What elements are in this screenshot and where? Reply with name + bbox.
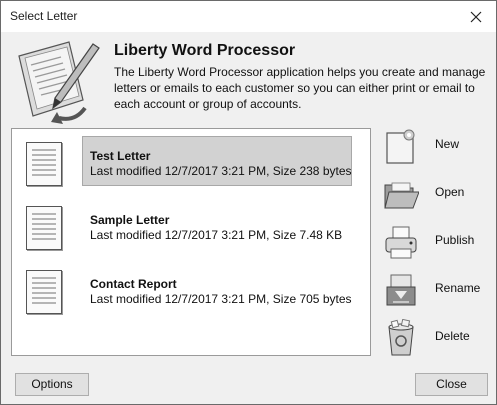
document-icon [26, 206, 62, 250]
letter-meta: Last modified 12/7/2017 3:21 PM, Size 7.… [90, 228, 343, 242]
close-button[interactable]: Close [415, 373, 488, 396]
pen-document-icon [18, 41, 100, 124]
letter-name: Test Letter [90, 149, 151, 163]
letter-name: Contact Report [90, 277, 177, 291]
letter-meta: Last modified 12/7/2017 3:21 PM, Size 70… [90, 292, 352, 306]
app-description: The Liberty Word Processor application h… [114, 65, 486, 111]
delete-label: Delete [435, 329, 470, 343]
folder-open-icon [384, 182, 419, 209]
publish-button[interactable]: Publish [381, 221, 491, 265]
publish-label: Publish [435, 233, 475, 247]
rename-label: Rename [435, 281, 481, 295]
new-label: New [435, 137, 460, 151]
document-icon [26, 142, 62, 186]
window-title: Select Letter [10, 9, 78, 23]
list-item[interactable]: Sample Letter Last modified 12/7/2017 3:… [18, 200, 363, 256]
printer-icon [385, 226, 417, 259]
app-title: Liberty Word Processor [114, 42, 296, 59]
letter-list[interactable]: Test Letter Last modified 12/7/2017 3:21… [11, 128, 371, 356]
close-icon[interactable] [456, 1, 496, 32]
new-document-icon [386, 129, 415, 164]
letter-name: Sample Letter [90, 213, 170, 227]
rename-button[interactable]: Rename [381, 269, 491, 313]
title-bar: Select Letter [1, 1, 496, 32]
document-icon [26, 270, 62, 314]
open-button[interactable]: Open [381, 173, 491, 217]
delete-button[interactable]: Delete [381, 317, 491, 361]
options-button[interactable]: Options [15, 373, 89, 396]
new-button[interactable]: New [381, 125, 491, 169]
rename-icon [386, 274, 416, 306]
letter-meta: Last modified 12/7/2017 3:21 PM, Size 23… [90, 164, 352, 178]
list-item[interactable]: Test Letter Last modified 12/7/2017 3:21… [18, 136, 363, 192]
open-label: Open [435, 185, 465, 199]
list-item[interactable]: Contact Report Last modified 12/7/2017 3… [18, 264, 363, 320]
recycle-bin-icon [388, 319, 414, 356]
select-letter-dialog: Select Letter Liberty Word Processor The… [0, 0, 497, 405]
